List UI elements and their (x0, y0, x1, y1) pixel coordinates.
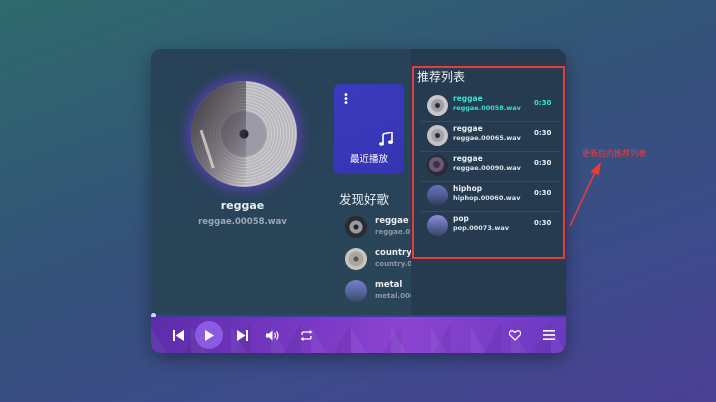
recommend-item-duration: 0:30 (534, 129, 552, 137)
now-playing-title: reggae (220, 199, 265, 212)
recommend-item-file: reggae.00058.wav (453, 104, 521, 112)
discover-item-title: country (375, 248, 412, 258)
recommend-item-duration: 0:30 (534, 189, 552, 197)
recommend-item-file: reggae.00090.wav (453, 164, 521, 172)
song-thumbnail (427, 185, 448, 206)
recommend-item[interactable]: reggae reggae.00058.wav 0:30 (420, 94, 560, 122)
skip-previous-icon[interactable] (171, 317, 185, 353)
recommend-item-file: pop.00073.wav (453, 224, 509, 232)
song-thumbnail (345, 216, 367, 238)
now-playing-area: reggae reggae.00058.wav • • • 最近播放 发现好歌 re… (151, 49, 415, 316)
discover-item-subtitle: country.0 (375, 260, 413, 268)
recommend-item-duration: 0:30 (534, 219, 552, 227)
discover-heading: 发现好歌 (339, 192, 390, 207)
play-button[interactable] (195, 321, 223, 349)
recommend-item[interactable]: pop pop.00073.wav 0:30 (420, 214, 560, 242)
repeat-icon[interactable] (298, 317, 314, 353)
volume-icon[interactable] (265, 317, 281, 353)
song-thumbnail (427, 95, 448, 116)
play-icon (205, 329, 214, 341)
song-thumbnail (427, 155, 448, 176)
recent-play-card[interactable]: • • • 最近播放 (334, 84, 404, 174)
discover-item-title: reggae (375, 216, 409, 226)
heart-icon[interactable] (507, 317, 523, 353)
dots-vertical-icon[interactable]: • • • (343, 91, 349, 109)
discover-item-subtitle: reggae.0 (375, 228, 411, 236)
recent-play-label: 最近播放 (349, 154, 388, 165)
menu-icon[interactable] (542, 317, 556, 353)
music-note-icon (379, 132, 393, 146)
annotation-arrow (569, 162, 601, 227)
song-thumbnail (427, 125, 448, 146)
song-thumbnail (345, 248, 367, 270)
album-disc (191, 81, 297, 187)
song-thumbnail (427, 215, 448, 236)
recommend-item-title: reggae (453, 94, 483, 103)
recommend-item-duration: 0:30 (534, 99, 552, 107)
recommend-item-title: hiphop (453, 184, 483, 193)
recommend-item-file: reggae.00065.wav (453, 134, 521, 142)
discover-item-title: metal (375, 280, 403, 290)
recommend-item-duration: 0:30 (534, 159, 552, 167)
discover-item-subtitle: metal.000 (375, 292, 415, 300)
recommend-item[interactable]: reggae reggae.00065.wav 0:30 (420, 124, 560, 152)
recommend-item-file: hiphop.00060.wav (453, 194, 521, 202)
song-thumbnail (345, 280, 367, 302)
skip-next-icon[interactable] (235, 317, 249, 353)
recommend-heading: 推荐列表 (417, 70, 466, 84)
recommend-item-title: reggae (453, 154, 483, 163)
recommend-item-title: reggae (453, 124, 483, 133)
now-playing-file: reggae.00058.wav (198, 217, 287, 227)
recommend-item-title: pop (453, 214, 469, 223)
player-controls (151, 317, 566, 353)
recommend-item[interactable]: hiphop hiphop.00060.wav 0:30 (420, 184, 560, 212)
recommend-item[interactable]: reggae reggae.00090.wav 0:30 (420, 154, 560, 182)
annotation-label: 更新后的推荐列表 (582, 149, 646, 158)
